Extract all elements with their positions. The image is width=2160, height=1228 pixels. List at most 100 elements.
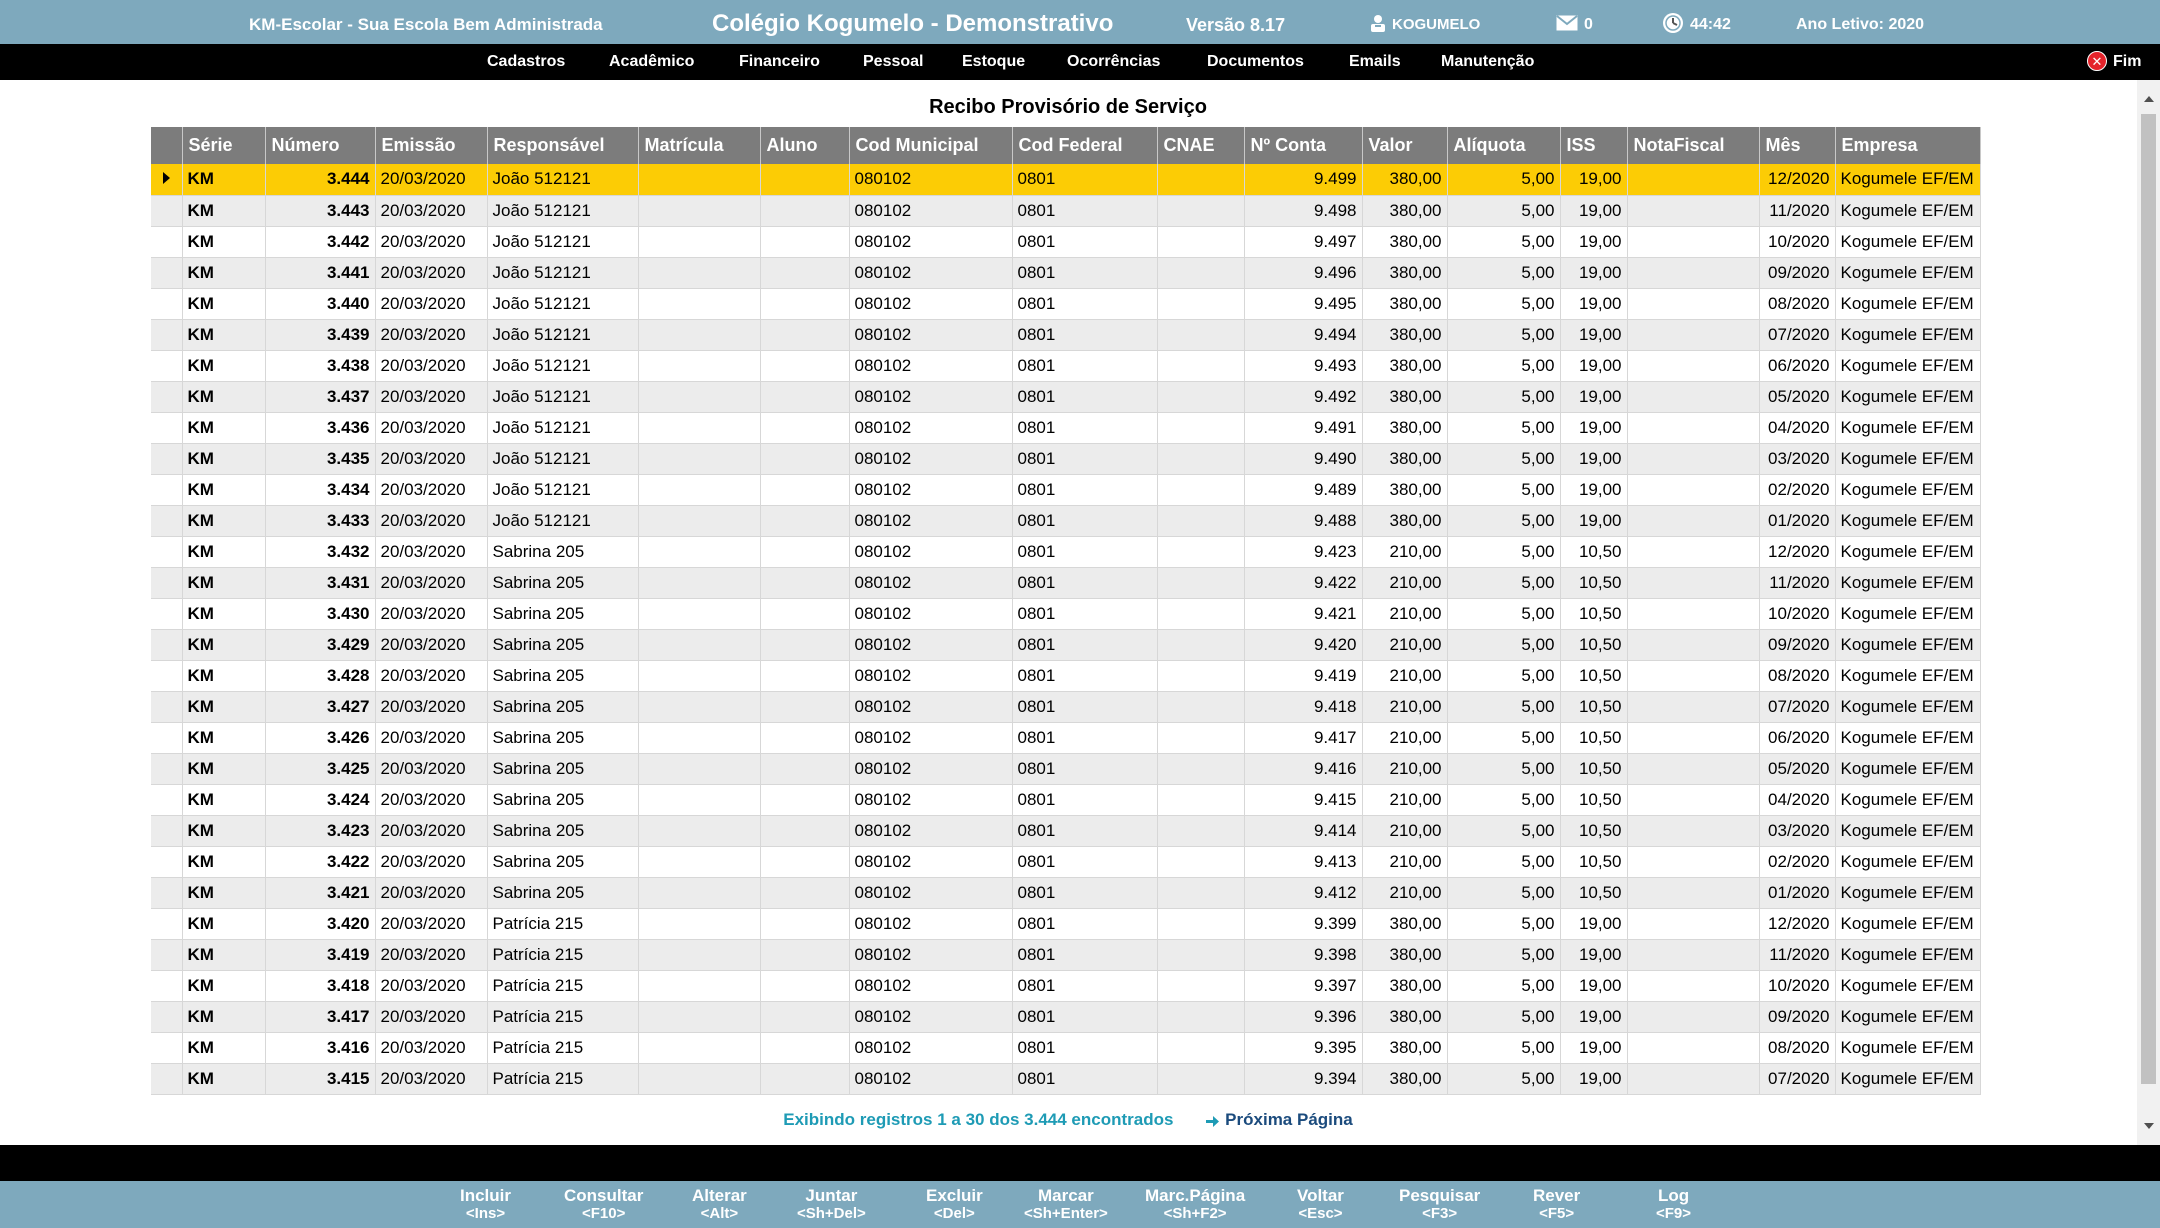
cell-cnae bbox=[1157, 939, 1245, 971]
cell-emissao: 20/03/2020 bbox=[375, 1032, 488, 1064]
table-row[interactable]: KM 3.439 20/03/2020 João 512121 080102 0801 9.… bbox=[151, 319, 1981, 351]
table-row[interactable]: KM 3.424 20/03/2020 Sabrina 205 080102 0801 9.… bbox=[151, 784, 1981, 816]
table-row[interactable]: KM 3.419 20/03/2020 Patrícia 215 080102 0801 9… bbox=[151, 939, 1981, 971]
delete-button[interactable]: Excluir <Del> bbox=[926, 1187, 983, 1223]
table-row[interactable]: KM 3.429 20/03/2020 Sabrina 205 080102 0801 9.… bbox=[151, 629, 1981, 661]
vertical-scrollbar[interactable] bbox=[2137, 80, 2160, 1145]
cell-cnae bbox=[1157, 505, 1245, 537]
scroll-up-icon[interactable] bbox=[2144, 96, 2154, 102]
col-responsavel[interactable]: Responsável bbox=[487, 127, 639, 164]
col-mes[interactable]: Mês bbox=[1759, 127, 1836, 164]
table-row[interactable]: KM 3.434 20/03/2020 João 512121 080102 0801 9.… bbox=[151, 474, 1981, 506]
menu-pessoal[interactable]: Pessoal bbox=[863, 44, 923, 80]
messages-indicator[interactable]: 0 bbox=[1556, 0, 1593, 44]
scroll-thumb[interactable] bbox=[2141, 114, 2156, 1084]
cell-aliquota: 5,00 bbox=[1447, 381, 1561, 413]
cell-iss: 19,00 bbox=[1560, 195, 1628, 227]
col-cod-federal[interactable]: Cod Federal bbox=[1012, 127, 1158, 164]
table-row[interactable]: KM 3.433 20/03/2020 João 512121 080102 0801 9.… bbox=[151, 505, 1981, 537]
col-serie[interactable]: Série bbox=[182, 127, 266, 164]
table-row[interactable]: KM 3.423 20/03/2020 Sabrina 205 080102 0801 9.… bbox=[151, 815, 1981, 847]
table-row[interactable]: KM 3.435 20/03/2020 João 512121 080102 0801 9.… bbox=[151, 443, 1981, 475]
current-user[interactable]: KOGUMELO bbox=[1370, 0, 1480, 44]
col-empresa[interactable]: Empresa bbox=[1835, 127, 1981, 164]
include-button[interactable]: Incluir <Ins> bbox=[460, 1187, 511, 1223]
search-button[interactable]: Pesquisar <F3> bbox=[1399, 1187, 1480, 1223]
table-row[interactable]: KM 3.444 20/03/2020 João 512121 080102 0801 9.… bbox=[151, 164, 1981, 196]
table-row[interactable]: KM 3.443 20/03/2020 João 512121 080102 0801 9.… bbox=[151, 195, 1981, 227]
cell-valor: 380,00 bbox=[1362, 908, 1448, 940]
menu-manutencao[interactable]: Manutenção bbox=[1441, 44, 1534, 80]
table-row[interactable]: KM 3.432 20/03/2020 Sabrina 205 080102 0801 9.… bbox=[151, 536, 1981, 568]
menu-cadastros[interactable]: Cadastros bbox=[487, 44, 565, 80]
cell-numero: 3.417 bbox=[265, 1001, 376, 1033]
col-iss[interactable]: ISS bbox=[1560, 127, 1628, 164]
col-emissao[interactable]: Emissão bbox=[375, 127, 488, 164]
col-aluno[interactable]: Aluno bbox=[760, 127, 850, 164]
scroll-down-icon[interactable] bbox=[2144, 1123, 2154, 1129]
review-button[interactable]: Rever <F5> bbox=[1533, 1187, 1580, 1223]
table-row[interactable]: KM 3.426 20/03/2020 Sabrina 205 080102 0801 9.… bbox=[151, 722, 1981, 754]
delete-shortcut: <Del> bbox=[933, 1205, 975, 1222]
menu-estoque[interactable]: Estoque bbox=[962, 44, 1025, 80]
cell-numero: 3.435 bbox=[265, 443, 376, 475]
menu-emails[interactable]: Emails bbox=[1349, 44, 1401, 80]
col-matricula[interactable]: Matrícula bbox=[638, 127, 761, 164]
mark-button[interactable]: Marcar <Sh+Enter> bbox=[1024, 1187, 1108, 1223]
table-row[interactable]: KM 3.438 20/03/2020 João 512121 080102 0801 9.… bbox=[151, 350, 1981, 382]
cell-valor: 210,00 bbox=[1362, 598, 1448, 630]
table-row[interactable]: KM 3.427 20/03/2020 Sabrina 205 080102 0801 9.… bbox=[151, 691, 1981, 723]
table-row[interactable]: KM 3.431 20/03/2020 Sabrina 205 080102 0801 9.… bbox=[151, 567, 1981, 599]
exit-button[interactable]: ✕ Fim bbox=[2087, 44, 2141, 80]
mark-page-button[interactable]: Marc.Página <Sh+F2> bbox=[1145, 1187, 1245, 1223]
col-indicator bbox=[151, 127, 183, 164]
table-row[interactable]: KM 3.420 20/03/2020 Patrícia 215 080102 0801 9… bbox=[151, 908, 1981, 940]
col-cnae[interactable]: CNAE bbox=[1157, 127, 1245, 164]
cell-nota-fiscal bbox=[1627, 1001, 1760, 1033]
cell-serie: KM bbox=[182, 939, 266, 971]
menu-documentos[interactable]: Documentos bbox=[1207, 44, 1304, 80]
cell-cod-federal: 0801 bbox=[1012, 288, 1158, 320]
col-numero[interactable]: Número bbox=[265, 127, 376, 164]
table-row[interactable]: KM 3.417 20/03/2020 Patrícia 215 080102 0801 9… bbox=[151, 1001, 1981, 1033]
cell-cod-federal: 0801 bbox=[1012, 505, 1158, 537]
col-nota-fiscal[interactable]: NotaFiscal bbox=[1627, 127, 1760, 164]
cell-empresa: Kogumele EF/EM bbox=[1835, 567, 1981, 599]
table-row[interactable]: KM 3.425 20/03/2020 Sabrina 205 080102 0801 9.… bbox=[151, 753, 1981, 785]
next-page-link[interactable]: Próxima Página bbox=[1204, 1110, 1353, 1129]
edit-button[interactable]: Alterar <Alt> bbox=[692, 1187, 747, 1223]
table-row[interactable]: KM 3.415 20/03/2020 Patrícia 215 080102 0801 9… bbox=[151, 1063, 1981, 1095]
cell-responsavel: João 512121 bbox=[487, 257, 639, 289]
table-row[interactable]: KM 3.440 20/03/2020 João 512121 080102 0801 9.… bbox=[151, 288, 1981, 320]
table-row[interactable]: KM 3.437 20/03/2020 João 512121 080102 0801 9.… bbox=[151, 381, 1981, 413]
cell-aluno bbox=[760, 815, 850, 847]
table-row[interactable]: KM 3.442 20/03/2020 João 512121 080102 0801 9.… bbox=[151, 226, 1981, 258]
cell-emissao: 20/03/2020 bbox=[375, 815, 488, 847]
cell-emissao: 20/03/2020 bbox=[375, 505, 488, 537]
table-row[interactable]: KM 3.418 20/03/2020 Patrícia 215 080102 0801 9… bbox=[151, 970, 1981, 1002]
col-valor[interactable]: Valor bbox=[1362, 127, 1448, 164]
cell-aluno bbox=[760, 195, 850, 227]
col-aliquota[interactable]: Alíquota bbox=[1447, 127, 1561, 164]
table-row[interactable]: KM 3.430 20/03/2020 Sabrina 205 080102 0801 9.… bbox=[151, 598, 1981, 630]
merge-button[interactable]: Juntar <Sh+Del> bbox=[797, 1187, 866, 1223]
table-row[interactable]: KM 3.416 20/03/2020 Patrícia 215 080102 0801 9… bbox=[151, 1032, 1981, 1064]
menu-academico[interactable]: Acadêmico bbox=[609, 44, 694, 80]
col-cod-municipal[interactable]: Cod Municipal bbox=[849, 127, 1013, 164]
table-row[interactable]: KM 3.421 20/03/2020 Sabrina 205 080102 0801 9.… bbox=[151, 877, 1981, 909]
cell-valor: 380,00 bbox=[1362, 195, 1448, 227]
search-shortcut: <F3> bbox=[1422, 1205, 1458, 1222]
table-row[interactable]: KM 3.436 20/03/2020 João 512121 080102 0801 9.… bbox=[151, 412, 1981, 444]
row-indicator bbox=[151, 846, 183, 878]
col-n-conta[interactable]: Nº Conta bbox=[1244, 127, 1363, 164]
back-button[interactable]: Voltar <Esc> bbox=[1297, 1187, 1344, 1223]
menu-financeiro[interactable]: Financeiro bbox=[739, 44, 820, 80]
table-row[interactable]: KM 3.428 20/03/2020 Sabrina 205 080102 0801 9.… bbox=[151, 660, 1981, 692]
menu-ocorrencias[interactable]: Ocorrências bbox=[1067, 44, 1160, 80]
consult-button[interactable]: Consultar <F10> bbox=[564, 1187, 643, 1223]
table-row[interactable]: KM 3.422 20/03/2020 Sabrina 205 080102 0801 9.… bbox=[151, 846, 1981, 878]
table-row[interactable]: KM 3.441 20/03/2020 João 512121 080102 0801 9.… bbox=[151, 257, 1981, 289]
cell-serie: KM bbox=[182, 195, 266, 227]
cell-nota-fiscal bbox=[1627, 753, 1760, 785]
log-button[interactable]: Log <F9> bbox=[1656, 1187, 1691, 1223]
